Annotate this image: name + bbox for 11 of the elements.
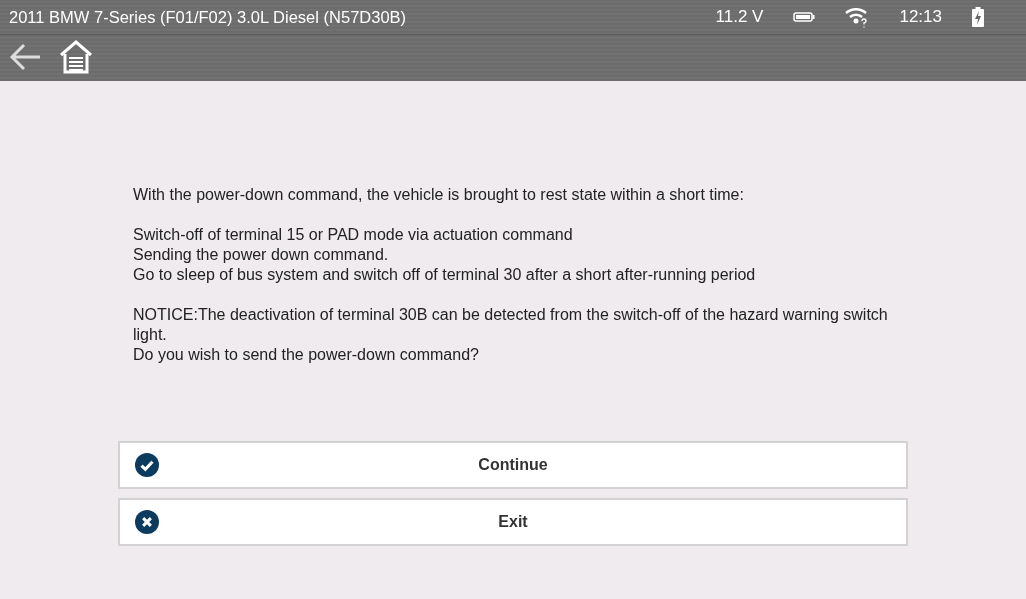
message-text: With the power-down command, the vehicle is brought to rest state within a short time: [133,185,745,205]
message-text: Switch-off of terminal 15 or PAD mode via actuation command [133,225,574,245]
message-text: Sending the power down command. [133,245,390,265]
message-text: NOTICE:The deactivation of terminal 30B can be detected from the switch-off of the hazard warning switch light. [133,305,889,345]
action-button[interactable]: Continue [118,441,908,489]
message-text: Go to sleep of bus system and switch off of terminal 30 after a short after-running period [133,265,757,285]
vehicle-title: 2011 BMW 7-Series (F01/F02) 3.0L Diesel (N57D30B) [9,7,408,27]
battery-voltage: 11.2 V [715,7,764,27]
action-button[interactable]: Exit [118,498,908,546]
message-text: Do you wish to send the power-down command? [133,345,480,365]
clock: 12:13 [899,7,942,27]
